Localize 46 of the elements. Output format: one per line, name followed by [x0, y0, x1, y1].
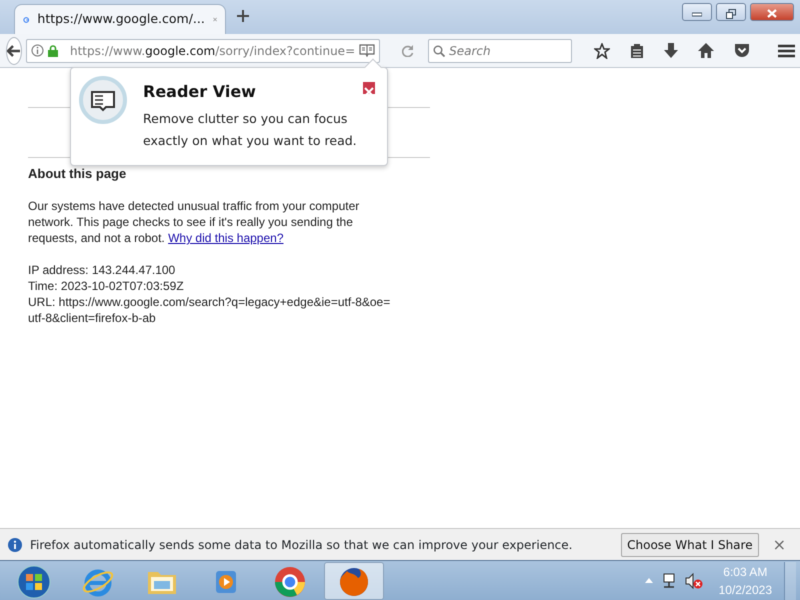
restore-button[interactable] — [716, 3, 746, 21]
detail-line: IP address: 143.244.47.100 — [28, 262, 176, 278]
clock-time: 6:03 AM — [722, 564, 768, 580]
lock-icon[interactable] — [48, 44, 58, 56]
help-link[interactable]: Why did this happen? — [168, 231, 284, 245]
close-icon[interactable] — [212, 15, 217, 24]
popup-text: Remove clutter so you can focus exactly on what you want to read. — [143, 110, 358, 150]
close-button[interactable] — [750, 3, 794, 21]
reader-view-icon[interactable] — [359, 44, 376, 57]
minimize-button[interactable] — [682, 3, 712, 21]
tab-title: https://www.google.com/... — [37, 10, 205, 28]
browser-tab[interactable]: https://www.google.com/... — [14, 4, 226, 34]
network-icon[interactable] — [660, 572, 677, 588]
notification-text: Firefox automatically sends some data to Mozilla so that we can improve your experience. — [30, 536, 574, 554]
info-icon — [8, 538, 22, 552]
clock-date: 10/2/2023 — [718, 582, 772, 598]
home-icon — [698, 43, 714, 58]
info-icon[interactable] — [31, 44, 44, 57]
reader-view-icon — [79, 76, 127, 124]
windows-logo-icon — [15, 562, 53, 600]
taskbar-app[interactable] — [324, 562, 384, 600]
page-heading: About this page — [28, 166, 128, 182]
close-button[interactable]: × — [766, 532, 792, 556]
back-button[interactable] — [6, 36, 22, 64]
popup-title: Reader View — [143, 81, 257, 103]
detail-line: Time: 2023-10-02T07:03:59Z — [28, 278, 185, 294]
restore-icon — [726, 8, 736, 19]
address-bar[interactable]: https://www.google.com/sorry/index?continue= — [26, 38, 380, 62]
plus-icon — [237, 10, 249, 22]
reload-icon — [402, 44, 414, 56]
choose-what-i-share-button[interactable]: Choose What I Share — [621, 532, 759, 556]
back-arrow-icon — [7, 44, 21, 56]
minimize-icon — [692, 10, 702, 17]
menu-icon — [778, 44, 796, 58]
popup-close-button[interactable] — [363, 82, 375, 94]
close-icon — [767, 9, 777, 18]
search-field[interactable]: Search — [428, 38, 572, 62]
star-icon — [594, 42, 610, 58]
clipboard-icon — [630, 42, 644, 58]
download-arrow-icon — [664, 42, 678, 58]
detail-line: URL: https://www.google.com/search?q=legacy+edge&ie=utf-8&oe=utf-8&client=firefox-b-ab — [28, 294, 392, 326]
url-text: https://www.google.com/sorry/index?continue= — [70, 42, 356, 60]
page-paragraph: Our systems have detected unusual traffic from your computer network. This page checks to see if it's really you sending the requests, and not a robot. Why did this happen? — [28, 198, 360, 246]
pocket-icon — [734, 43, 750, 58]
speaker-muted-icon[interactable] — [684, 572, 703, 588]
search-icon — [433, 44, 446, 56]
